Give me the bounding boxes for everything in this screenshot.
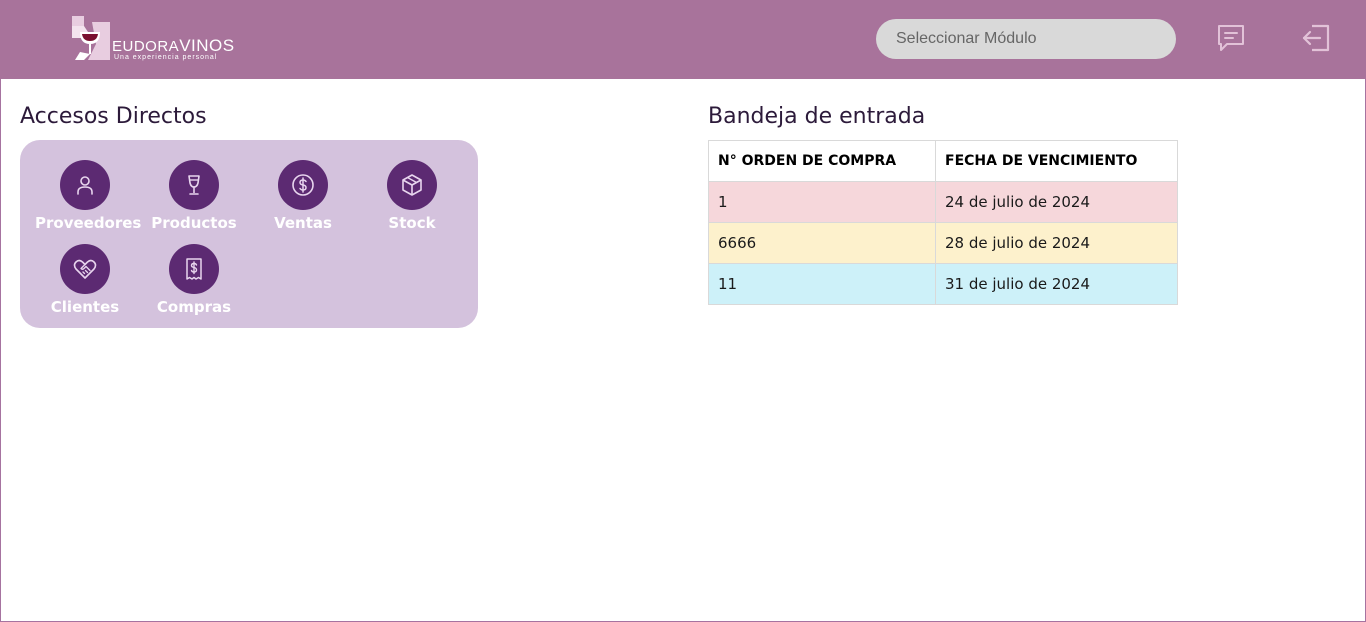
inbox-title: Bandeja de entrada	[708, 104, 926, 129]
shortcuts-panel: Proveedores Productos Ventas Stock Clien…	[20, 140, 478, 328]
table-row[interactable]: 6666 28 de julio de 2024	[708, 222, 1178, 264]
chat-icon[interactable]	[1215, 22, 1247, 54]
shortcut-proveedores[interactable]: Proveedores	[35, 160, 142, 240]
logout-icon[interactable]	[1300, 22, 1332, 54]
table-row[interactable]: 11 31 de julio de 2024	[708, 263, 1178, 305]
brand-name: EUDORAVINOS	[112, 36, 235, 56]
brand-name-part2: VINOS	[179, 36, 235, 55]
order-number-cell: 6666	[708, 222, 936, 264]
wine-logo-icon	[72, 16, 110, 60]
user-icon	[60, 160, 110, 210]
shortcuts-title: Accesos Directos	[20, 104, 207, 129]
shortcut-clientes[interactable]: Clientes	[35, 244, 135, 324]
shortcut-stock[interactable]: Stock	[362, 160, 462, 240]
shortcut-label: Productos	[151, 214, 237, 232]
shortcut-productos[interactable]: Productos	[144, 160, 244, 240]
due-date-cell: 28 de julio de 2024	[935, 222, 1178, 264]
due-date-cell: 24 de julio de 2024	[935, 181, 1178, 223]
shortcut-ventas[interactable]: Ventas	[253, 160, 353, 240]
inbox-table: N° ORDEN DE COMPRA FECHA DE VENCIMIENTO …	[708, 140, 1178, 305]
column-header-due-date[interactable]: FECHA DE VENCIMIENTO	[935, 140, 1178, 182]
box-icon	[387, 160, 437, 210]
shortcut-label: Stock	[388, 214, 436, 232]
brand-tagline: Una experiencia personal	[114, 54, 218, 61]
brand-logo[interactable]: EUDORAVINOS Una experiencia personal	[70, 14, 240, 64]
top-header: EUDORAVINOS Una experiencia personal Sel…	[0, 0, 1366, 79]
shortcut-label: Ventas	[274, 214, 332, 232]
dollar-coin-icon	[278, 160, 328, 210]
module-select[interactable]: Seleccionar Módulo	[876, 19, 1176, 59]
table-header-row: N° ORDEN DE COMPRA FECHA DE VENCIMIENTO	[708, 140, 1178, 182]
shortcut-label: Compras	[156, 298, 232, 316]
order-number-cell: 11	[708, 263, 936, 305]
due-date-cell: 31 de julio de 2024	[935, 263, 1178, 305]
table-row[interactable]: 1 24 de julio de 2024	[708, 181, 1178, 223]
order-number-cell: 1	[708, 181, 936, 223]
shortcut-label: Clientes	[50, 298, 120, 316]
shortcut-label: Proveedores	[35, 214, 142, 232]
wine-glass-icon	[169, 160, 219, 210]
receipt-icon	[169, 244, 219, 294]
brand-name-part1: EUDORA	[112, 38, 180, 55]
column-header-order[interactable]: N° ORDEN DE COMPRA	[708, 140, 936, 182]
shortcut-compras[interactable]: Compras	[144, 244, 244, 324]
handshake-heart-icon	[60, 244, 110, 294]
